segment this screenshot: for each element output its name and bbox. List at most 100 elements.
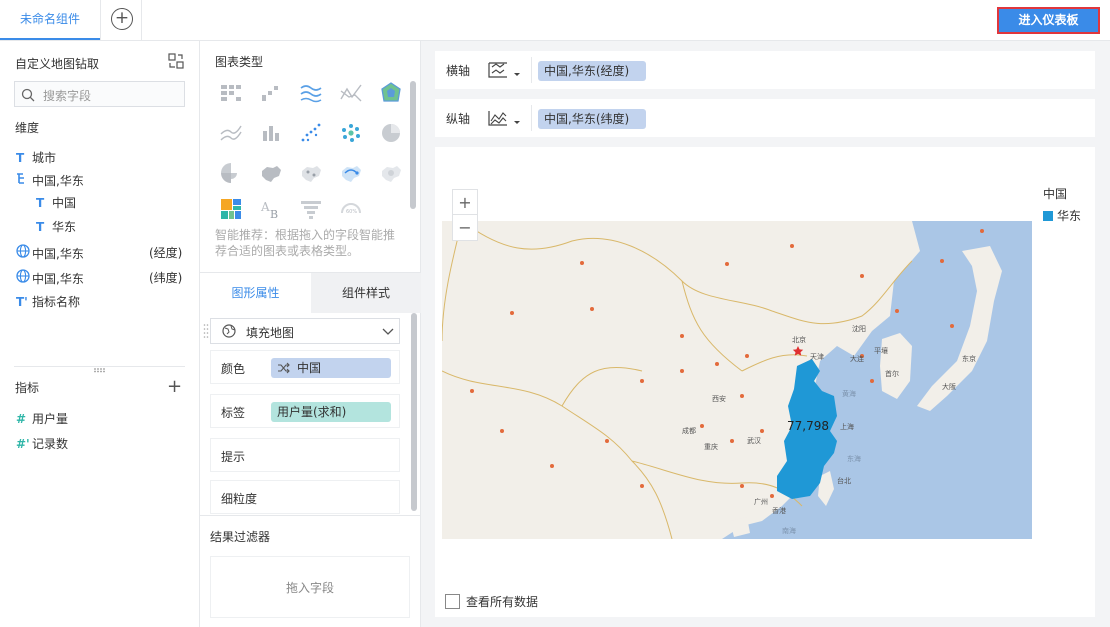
shuffle-icon: [278, 362, 290, 374]
chart-config-panel: 图表类型 AB 60% 智能推荐：根据拖入的字段智能推荐合适的图表或表格类型。 …: [200, 41, 421, 627]
detail-table-icon[interactable]: [259, 81, 283, 105]
flow-map-icon[interactable]: [339, 161, 363, 185]
zoom-in-button[interactable]: +: [453, 190, 477, 215]
zoom-out-button[interactable]: −: [453, 215, 477, 240]
map-label-taipei: 台北: [837, 476, 851, 485]
label-field-pill[interactable]: 用户量(求和): [271, 402, 391, 422]
funnel-chart-icon[interactable]: [299, 197, 323, 221]
color-property[interactable]: 颜色 中国: [210, 350, 400, 384]
region-value-label: 77,798: [787, 419, 829, 433]
chevron-down-icon: [382, 328, 394, 335]
bubble-chart-icon[interactable]: [339, 121, 363, 145]
plus-icon: +: [111, 8, 133, 30]
axis-chart-type-icon[interactable]: [487, 59, 523, 81]
map-label-pyongyang: 平壤: [874, 346, 888, 355]
text-derived-icon: T': [16, 295, 28, 309]
map-label-tokyo: 东京: [962, 354, 976, 363]
tooltip-property-label: 提示: [221, 450, 246, 464]
map-label-tianjin: 天津: [810, 353, 824, 361]
enter-dashboard-button[interactable]: 进入仪表板: [997, 7, 1100, 34]
map-label-east-sea: 东海: [847, 454, 861, 463]
scatter-chart-icon[interactable]: [299, 121, 323, 145]
add-tab-button[interactable]: +: [100, 0, 142, 40]
search-icon: [21, 88, 35, 102]
dimension-field-city[interactable]: T 城市: [16, 149, 56, 167]
region-map-icon[interactable]: [259, 161, 283, 185]
tab-unnamed-component[interactable]: 未命名组件: [0, 0, 100, 40]
filter-divider: [200, 515, 421, 516]
globe-icon: [16, 244, 32, 263]
field-search-input[interactable]: 搜索字段: [14, 81, 185, 107]
resize-handle-icon[interactable]: [93, 367, 107, 373]
radar-chart-icon[interactable]: [379, 81, 403, 105]
map-label-guangzhou: 广州: [754, 497, 768, 506]
radar-line-icon[interactable]: [339, 81, 363, 105]
pie-chart-icon[interactable]: [379, 121, 403, 145]
tab-graph-properties[interactable]: 图形属性: [200, 273, 311, 313]
filter-drop-zone[interactable]: 拖入字段: [210, 556, 410, 618]
map-label-chongqing: 重庆: [704, 442, 718, 451]
line-chart-icon[interactable]: [299, 81, 323, 105]
dimension-field-hierarchy[interactable]: 中国,华东: [16, 172, 84, 190]
dimension-field-china[interactable]: T 中国: [36, 194, 76, 212]
svg-text:B: B: [270, 208, 278, 221]
search-placeholder: 搜索字段: [43, 89, 92, 103]
map-label-beijing: 北京: [792, 335, 806, 344]
smart-recommend-hint: 智能推荐：根据拖入的字段智能推荐合适的图表或表格类型。: [215, 228, 396, 258]
legend-swatch: [1043, 211, 1053, 221]
tab-component-style[interactable]: 组件样式: [311, 273, 421, 313]
heat-map-icon[interactable]: [379, 161, 403, 185]
legend-item-east-china[interactable]: 华东: [1043, 207, 1081, 224]
dimension-field-latitude[interactable]: 中国,华东 (纬度): [16, 269, 186, 287]
map-label-dalian: 大连: [850, 354, 864, 363]
map-zoom-control: + −: [452, 189, 478, 241]
y-axis-label: 纵轴: [446, 112, 471, 126]
map-label-hongkong: 香港: [772, 506, 786, 515]
dimension-field-longitude[interactable]: 中国,华东 (经度): [16, 244, 186, 262]
measure-section-title: 指标: [15, 381, 40, 395]
result-filter-title: 结果过滤器: [210, 530, 271, 544]
rose-chart-icon[interactable]: [219, 161, 243, 185]
point-map-icon[interactable]: [299, 161, 323, 185]
map-label-chengdu: 成都: [682, 426, 696, 435]
area-chart-icon[interactable]: [219, 121, 243, 145]
text-type-icon: T: [36, 220, 45, 234]
view-all-data-checkbox[interactable]: [445, 594, 460, 609]
dimension-section-title: 维度: [15, 121, 40, 135]
dimension-field-east-china[interactable]: T 华东: [36, 218, 76, 236]
map-type-label: 填充地图: [246, 326, 295, 340]
color-property-label: 颜色: [221, 362, 246, 376]
map-label-xian: 西安: [712, 394, 726, 403]
gauge-chart-icon[interactable]: 60%: [339, 197, 363, 221]
add-measure-icon[interactable]: +: [167, 376, 182, 397]
svg-text:A: A: [260, 200, 270, 214]
bar-chart-icon[interactable]: [259, 121, 283, 145]
globe-icon: [222, 324, 236, 338]
view-all-data-toggle[interactable]: 查看所有数据: [445, 593, 538, 610]
cross-table-icon[interactable]: [219, 81, 243, 105]
map-label-seoul: 首尔: [885, 369, 899, 378]
fill-map[interactable]: 北京 上海 广州 台北 香港 武汉 成都 重庆 西安 天津 沈阳 大连 首尔 东…: [442, 221, 1032, 539]
x-axis-row: 横轴 中国,华东(经度): [435, 51, 1095, 89]
granularity-property[interactable]: 细粒度: [210, 480, 400, 514]
switch-dataset-icon[interactable]: [168, 53, 184, 69]
color-field-pill[interactable]: 中国: [271, 358, 391, 378]
field-panel: 自定义地图钻取 搜索字段 维度 T 城市 中国,华东 T 中国 T 华东 中国,华东 …: [0, 41, 200, 627]
globe-icon: [16, 269, 32, 288]
treemap-icon[interactable]: [219, 197, 243, 221]
dimension-field-metric-name[interactable]: T' 指标名称: [16, 293, 80, 311]
map-type-select[interactable]: 填充地图: [203, 318, 400, 344]
axis-separator: [531, 105, 532, 131]
axis-chart-type-icon[interactable]: [487, 107, 523, 129]
y-axis-field-pill[interactable]: 中国,华东(纬度): [538, 109, 646, 129]
property-scrollbar[interactable]: [411, 313, 417, 511]
measure-field-record-count[interactable]: #' 记录数: [16, 435, 68, 453]
word-cloud-icon[interactable]: AB: [259, 197, 283, 221]
map-label-shenyang: 沈阳: [852, 324, 866, 333]
x-axis-field-pill[interactable]: 中国,华东(经度): [538, 61, 646, 81]
measure-field-users[interactable]: # 用户量: [16, 410, 68, 428]
tooltip-property[interactable]: 提示: [210, 438, 400, 472]
chart-type-scrollbar[interactable]: [410, 81, 416, 209]
chart-canvas: 北京 上海 广州 台北 香港 武汉 成都 重庆 西安 天津 沈阳 大连 首尔 东…: [435, 147, 1095, 617]
label-property[interactable]: 标签 用户量(求和): [210, 394, 400, 428]
